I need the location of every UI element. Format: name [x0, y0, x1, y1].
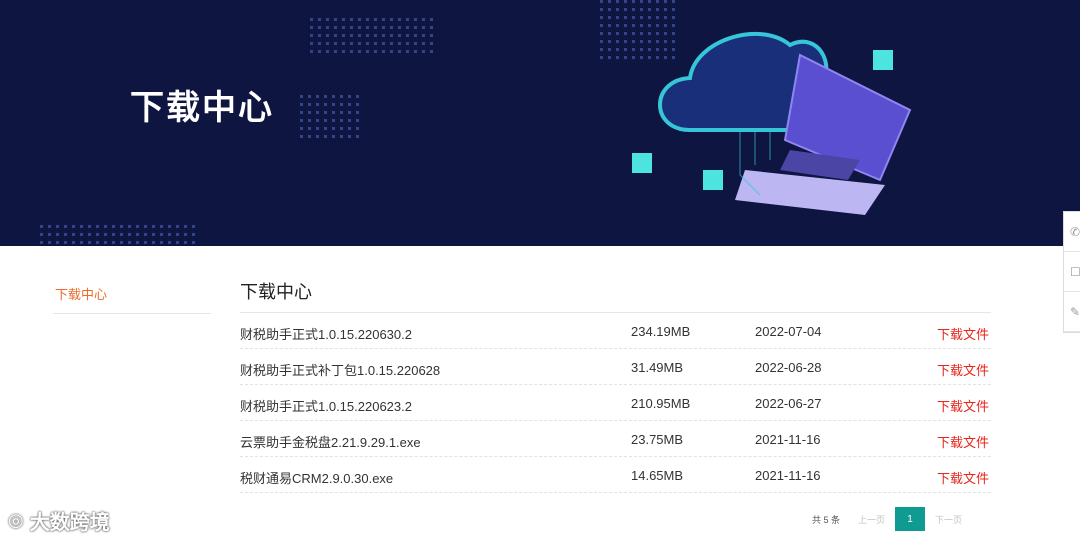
file-date: 2021-11-16 — [755, 432, 821, 447]
download-file-link[interactable]: 下载文件 — [937, 468, 989, 487]
file-date: 2022-06-27 — [755, 396, 822, 411]
page-1-button[interactable]: 1 — [895, 507, 926, 531]
file-date: 2022-07-04 — [755, 324, 822, 339]
table-row: 云票助手金税盘2.21.9.29.1.exe 23.75MB 2021-11-1… — [240, 421, 991, 457]
chat-icon[interactable]: ☐ — [1064, 252, 1080, 292]
file-date: 2021-11-16 — [755, 468, 821, 483]
table-row: 财税助手正式补丁包1.0.15.220628 31.49MB 2022-06-2… — [240, 349, 991, 385]
pagination: 共 5 条 上一页 1 下一页 — [812, 507, 972, 531]
file-name: 财税助手正式补丁包1.0.15.220628 — [240, 363, 441, 378]
download-list: 下载中心 财税助手正式1.0.15.220630.2 234.19MB 2022… — [240, 278, 991, 493]
download-file-link[interactable]: 下载文件 — [937, 360, 989, 379]
file-size: 23.75MB — [631, 432, 684, 447]
sidebar-item-download-center[interactable]: 下载中心 — [53, 280, 211, 314]
next-page-button[interactable]: 下一页 — [935, 513, 962, 526]
file-date: 2022-06-28 — [755, 360, 822, 375]
file-name: 财税助手正式1.0.15.220630.2 — [240, 327, 412, 342]
watermark-logo-icon: ◎ — [8, 510, 24, 530]
pagination-total: 共 5 条 — [812, 514, 841, 525]
file-size: 210.95MB — [631, 396, 691, 411]
phone-icon[interactable]: ✆ — [1064, 212, 1080, 252]
file-name: 税财通易CRM2.9.0.30.exe — [240, 471, 394, 486]
hero-banner: 下载中心 — [0, 0, 1080, 246]
edit-icon[interactable]: ✎ — [1064, 292, 1080, 332]
watermark: ◎ 大数跨境 — [8, 506, 110, 535]
file-size: 14.65MB — [631, 468, 684, 483]
table-row: 税财通易CRM2.9.0.30.exe 14.65MB 2021-11-16 下… — [240, 457, 991, 493]
file-name: 云票助手金税盘2.21.9.29.1.exe — [240, 435, 421, 450]
download-file-link[interactable]: 下载文件 — [937, 396, 989, 415]
table-row: 财税助手正式1.0.15.220630.2 234.19MB 2022-07-0… — [240, 313, 991, 349]
sidebar-nav: 下载中心 — [53, 280, 211, 314]
page-title: 下载中心 — [240, 278, 991, 313]
table-row: 财税助手正式1.0.15.220623.2 210.95MB 2022-06-2… — [240, 385, 991, 421]
banner-title: 下载中心 — [130, 89, 274, 127]
file-size: 234.19MB — [631, 324, 691, 339]
watermark-text: 大数跨境 — [29, 512, 110, 534]
file-size: 31.49MB — [631, 360, 684, 375]
side-float-toolbar: ✆ ☐ ✎ — [1063, 211, 1080, 333]
download-file-link[interactable]: 下载文件 — [937, 432, 989, 451]
download-file-link[interactable]: 下载文件 — [937, 324, 989, 343]
file-name: 财税助手正式1.0.15.220623.2 — [240, 399, 412, 414]
prev-page-button[interactable]: 上一页 — [858, 513, 885, 526]
